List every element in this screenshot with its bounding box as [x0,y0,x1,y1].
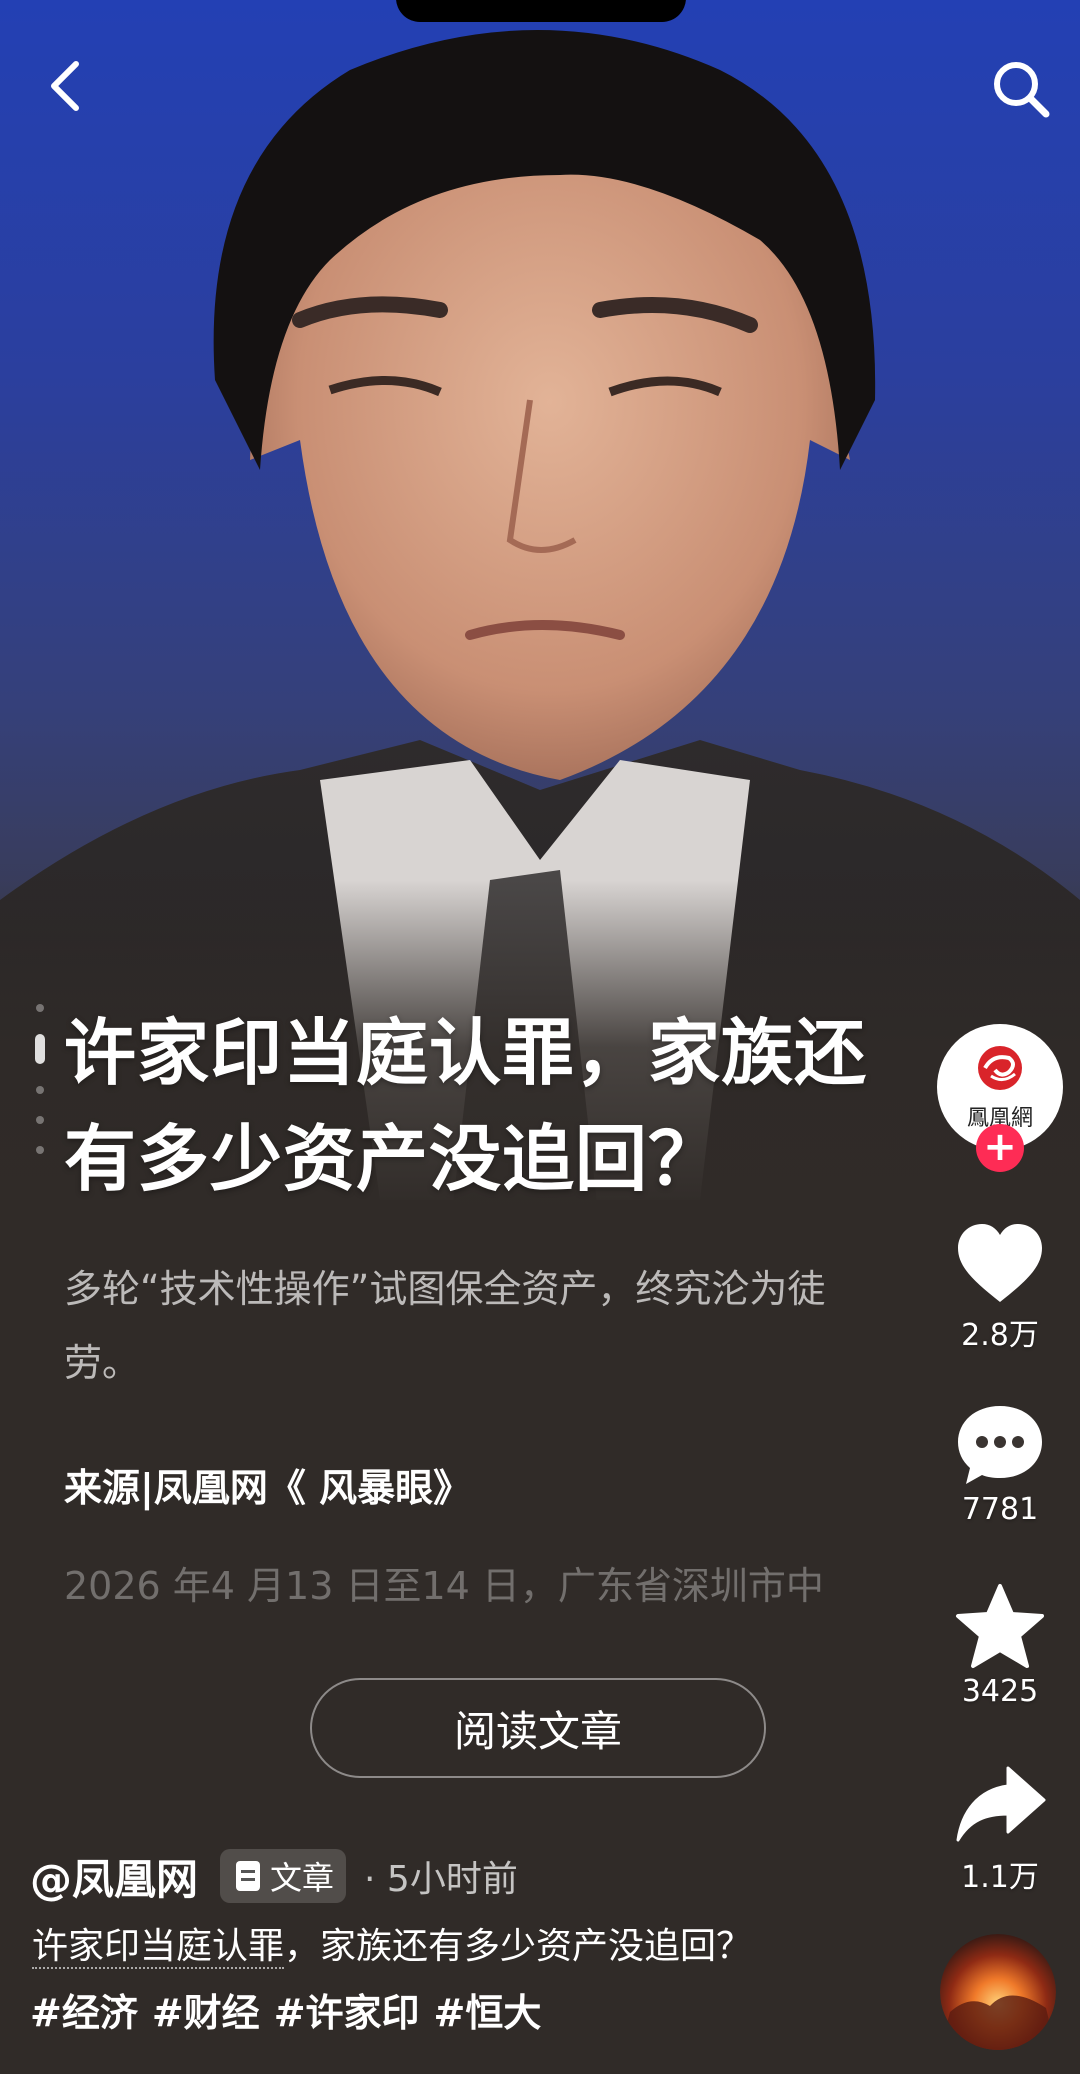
phoenix-logo-icon [978,1046,1022,1090]
comment-count: 7781 [961,1492,1039,1527]
comment-action[interactable]: 7781 [930,1400,1070,1527]
hashtag[interactable]: #许家印 [274,1982,420,2037]
hashtag-list: #经济 #财经 #许家印 #恒大 [30,1982,541,2037]
post-time: · 5小时前 [364,1859,518,1900]
badge-label: 文章 [270,1859,335,1897]
star-icon[interactable] [952,1582,1048,1672]
share-action[interactable]: 1.1万 [930,1760,1070,1896]
like-action[interactable]: 2.8万 [930,1218,1070,1354]
author-row: @凤凰网 文章 · 5小时前 [30,1844,518,1908]
document-icon [236,1861,261,1891]
like-count: 2.8万 [961,1318,1039,1353]
search-icon[interactable] [990,58,1052,120]
share-icon[interactable] [952,1760,1048,1850]
camera-notch [396,0,686,22]
follow-button[interactable]: + [976,1124,1024,1172]
heart-icon[interactable] [952,1218,1048,1308]
favorite-action[interactable]: 3425 [930,1582,1070,1709]
page-indicator [34,1004,46,1176]
back-icon[interactable] [44,56,88,116]
hashtag[interactable]: #经济 [30,1982,138,2037]
share-count: 1.1万 [961,1860,1039,1895]
read-article-button[interactable]: 阅读文章 [310,1678,766,1778]
author-name[interactable]: @凤凰网 [30,1846,198,1907]
hashtag[interactable]: #财经 [152,1982,260,2037]
content-type-badge: 文章 [220,1849,347,1903]
post-description[interactable]: 许家印当庭认罪，家族还有多少资产没追回？ [32,1918,912,1976]
hashtag[interactable]: #恒大 [434,1982,542,2037]
comment-icon[interactable] [952,1400,1048,1490]
favorite-count: 3425 [961,1674,1039,1709]
description-link[interactable]: 许家印当庭认罪 [32,1926,285,1969]
article-title: 许家印当庭认罪，家族还有多少资产没追回？ [64,1011,868,1201]
music-disc-icon[interactable] [940,1934,1056,2050]
article-subtitle: 多轮“技术性操作”试图保全资产，终究沦为徒劳。 [64,1267,826,1385]
description-text: ，家族还有多少资产没追回？ [284,1926,753,1967]
article-excerpt: 2026 年4 月13 日至14 日，广东省深圳市中 [64,1564,824,1608]
article-source: 来源|凤凰网《 风暴眼》 [64,1466,472,1510]
